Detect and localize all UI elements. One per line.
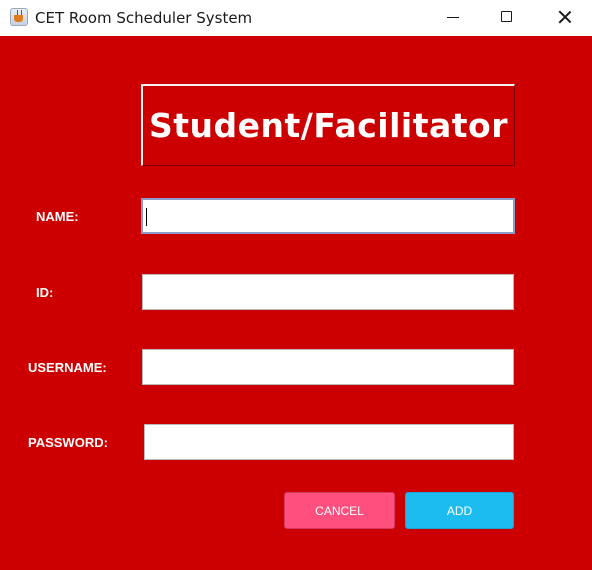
name-label: NAME: [36,209,79,224]
text-caret [146,208,147,226]
title-bar[interactable]: CET Room Scheduler System [0,0,592,36]
id-label: ID: [36,285,54,300]
close-icon [558,10,572,24]
window-title: CET Room Scheduler System [35,9,253,27]
java-cup-icon [10,8,28,26]
add-button[interactable]: ADD [405,492,514,529]
username-label: USERNAME: [28,360,107,375]
form-panel: Student/Facilitator NAME: ID: USERNAME: … [0,36,592,570]
username-field[interactable] [142,349,514,385]
heading-box: Student/Facilitator [141,84,515,166]
name-field[interactable] [141,198,515,234]
id-field[interactable] [142,274,514,310]
password-field[interactable] [144,424,514,460]
minimize-icon [447,17,459,18]
password-label: PASSWORD: [28,435,108,450]
maximize-icon [501,11,512,22]
minimize-button[interactable] [430,0,476,34]
app-window: CET Room Scheduler System Student/Facili… [0,0,592,570]
close-button[interactable] [542,0,588,34]
form-heading: Student/Facilitator [149,106,508,145]
cancel-button[interactable]: CANCEL [284,492,395,529]
maximize-button[interactable] [484,0,530,34]
